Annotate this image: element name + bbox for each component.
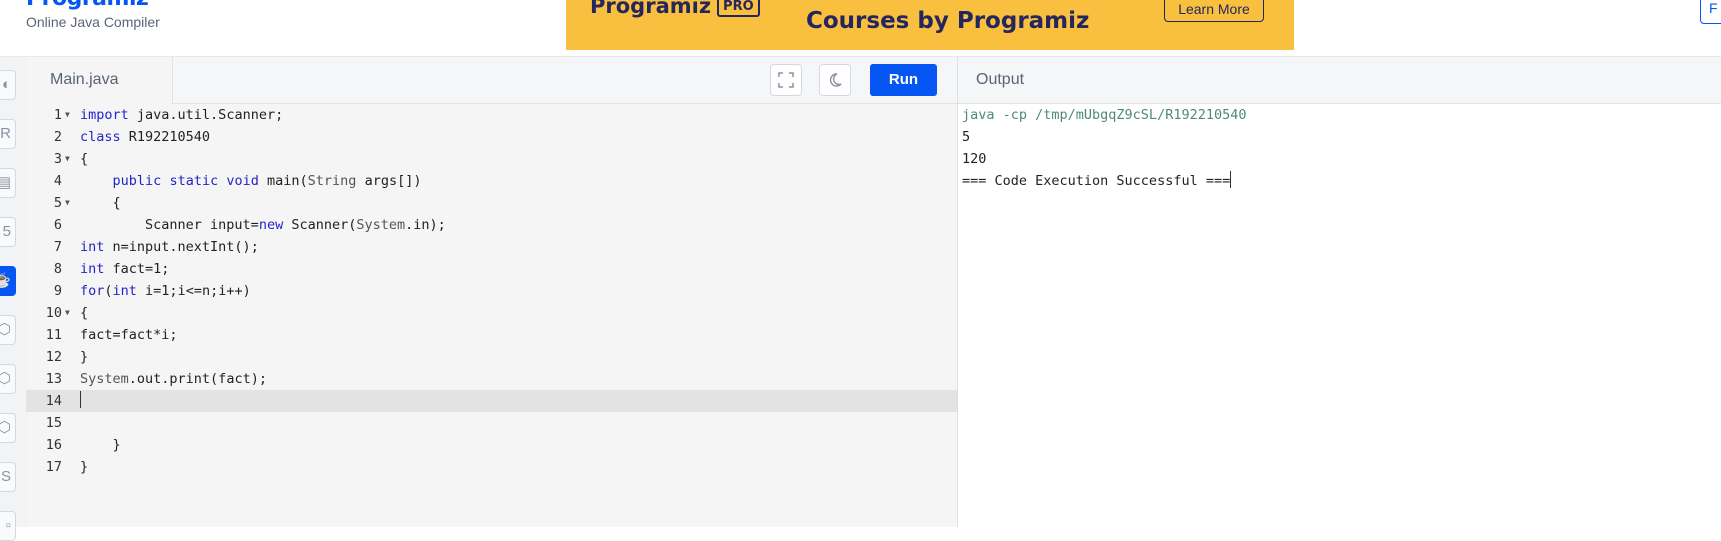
output-title: Output (976, 71, 1025, 88)
code-text: { (80, 195, 121, 211)
code-text: } (80, 349, 89, 365)
code-line: 3 ▼ { (26, 148, 957, 170)
code-line: 11 fact=fact*i; (26, 324, 957, 346)
brand-logo[interactable]: Programiz (26, 0, 149, 11)
line-number: 9 (53, 283, 62, 299)
line-number: 13 (45, 371, 62, 387)
ad-headline: Courses by Programiz (806, 8, 1090, 34)
code-line: 16 } (26, 434, 957, 456)
code-text: { (80, 151, 89, 167)
code-line: 8 int fact=1; (26, 258, 957, 280)
js-icon[interactable]: S (0, 462, 16, 492)
line-number: 11 (45, 327, 62, 343)
code-text: for(int i=1;i<=n;i++) (80, 283, 251, 299)
code-line: 7 int n=input.nextInt(); (26, 236, 957, 258)
code-line: 12 } (26, 346, 957, 368)
output-header: Output (958, 57, 1721, 104)
code-line: 10 ▼ { (26, 302, 957, 324)
line-number: 15 (45, 415, 62, 431)
code-line: 15 (26, 412, 957, 434)
dark-mode-button[interactable] (819, 64, 851, 96)
output-line: === Code Execution Successful === (962, 170, 1246, 192)
code-text: } (80, 437, 121, 453)
output-line-text: === Code Execution Successful === (962, 173, 1231, 189)
editor-pane: Main.java Run 1 ▼ import java.util.Scanne… (26, 57, 958, 527)
html-icon[interactable]: 5 (0, 217, 16, 247)
fold-arrow-icon[interactable]: ▼ (65, 302, 70, 324)
code-text: { (80, 305, 89, 321)
run-button[interactable]: Run (870, 64, 937, 96)
ad-pro-badge: PRO (717, 0, 760, 17)
line-number: 16 (45, 437, 62, 453)
cpp-icon[interactable]: ⬡ (0, 364, 16, 394)
code-text: int fact=1; (80, 261, 170, 277)
java-icon[interactable]: ☕ (0, 266, 16, 296)
extra-icon[interactable]: ▫ (0, 511, 16, 541)
output-line: java -cp /tmp/mUbgqZ9cSL/R192210540 (962, 107, 1247, 123)
python-icon[interactable]: ◐ (0, 70, 16, 100)
text-cursor (1230, 171, 1232, 188)
editor-toolbar: Main.java Run (26, 57, 957, 104)
line-number: 6 (53, 217, 62, 233)
code-text: Scanner input=new Scanner(System.in); (80, 217, 446, 233)
ad-learn-more-button[interactable]: Learn More (1164, 0, 1264, 22)
line-number: 17 (45, 459, 62, 475)
code-text (80, 390, 81, 412)
code-line: 17 } (26, 456, 957, 478)
fold-arrow-icon[interactable]: ▼ (65, 104, 70, 126)
header-edge-button[interactable]: F (1700, 0, 1721, 24)
line-number: 5 (53, 195, 62, 211)
code-line: 4 public static void main(String args[]) (26, 170, 957, 192)
code-line: 13 System.out.print(fact); (26, 368, 957, 390)
page-subtitle: Online Java Compiler (26, 14, 160, 30)
line-number: 7 (53, 239, 62, 255)
code-text: fact=fact*i; (80, 327, 178, 343)
line-number: 4 (53, 173, 62, 189)
output-console[interactable]: java -cp /tmp/mUbgqZ9cSL/R192210540 5 12… (962, 104, 1246, 192)
line-number: 2 (53, 129, 62, 145)
output-line: 120 (962, 151, 987, 167)
code-line: 5 ▼ { (26, 192, 957, 214)
code-text: import java.util.Scanner; (80, 107, 284, 123)
output-pane: Output java -cp /tmp/mUbgqZ9cSL/R1922105… (958, 57, 1721, 527)
fold-arrow-icon[interactable]: ▼ (65, 148, 70, 170)
code-editor[interactable]: 1 ▼ import java.util.Scanner; 2 class R19… (26, 104, 957, 527)
output-line: 5 (962, 129, 971, 145)
ad-banner[interactable]: Programiz PRO Courses by Programiz Learn … (566, 0, 1294, 50)
line-number: 14 (45, 393, 62, 409)
tab-main-java[interactable]: Main.java (26, 57, 173, 104)
code-text: } (80, 459, 89, 475)
fold-arrow-icon[interactable]: ▼ (65, 192, 70, 214)
r-icon[interactable]: R (0, 119, 16, 149)
moon-icon (829, 73, 842, 87)
ad-logo-text: Programiz (590, 0, 712, 18)
language-sidebar: ◐ R ▤ 5 ☕ ⬡ ⬡ ⬡ S ▫ (0, 57, 27, 541)
csharp-icon[interactable]: ⬡ (0, 413, 16, 443)
code-line: 1 ▼ import java.util.Scanner; (26, 104, 957, 126)
fullscreen-button[interactable] (770, 64, 802, 96)
ad-logo: Programiz PRO (590, 0, 760, 18)
code-line: 2 class R192210540 (26, 126, 957, 148)
code-line: 9 for(int i=1;i<=n;i++) (26, 280, 957, 302)
line-number: 10 (45, 305, 62, 321)
line-number: 3 (53, 151, 62, 167)
fullscreen-icon (778, 72, 794, 88)
text-cursor (80, 391, 81, 408)
line-number: 1 (53, 107, 62, 123)
sql-icon[interactable]: ▤ (0, 168, 16, 198)
code-text: public static void main(String args[]) (112, 173, 422, 189)
code-text: int n=input.nextInt(); (80, 239, 259, 255)
line-number: 8 (53, 261, 62, 277)
code-line-active: 14 (26, 390, 957, 412)
code-text: System.out.print(fact); (80, 371, 267, 387)
code-line: 6 Scanner input=new Scanner(System.in); (26, 214, 957, 236)
code-text: class R192210540 (80, 129, 211, 145)
line-number: 12 (45, 349, 62, 365)
c-icon[interactable]: ⬡ (0, 315, 16, 345)
header: Programiz Online Java Compiler Programiz… (0, 0, 1721, 57)
